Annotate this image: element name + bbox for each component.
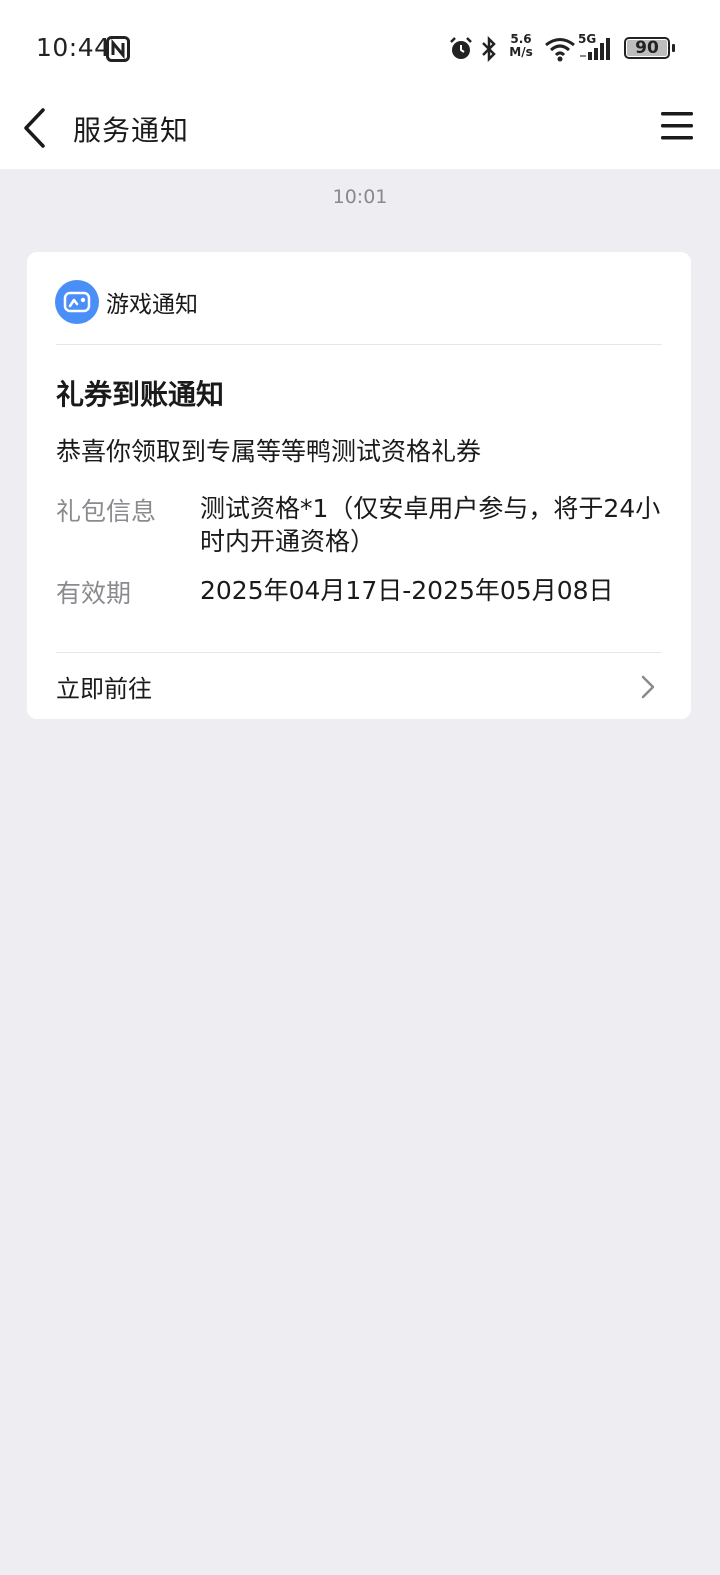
- battery-level: 90: [635, 38, 659, 58]
- status-icons: 5.6 M/s 5G 90: [448, 30, 688, 66]
- chevron-right-icon: [641, 675, 655, 699]
- go-now-label: 立即前往: [56, 675, 152, 703]
- nfc-icon: [106, 36, 130, 62]
- gift-info-value: 测试资格*1（仅安卓用户参与，将于24小时内开通资格）: [200, 494, 661, 556]
- status-time: 10:44: [36, 33, 111, 62]
- alarm-icon: [450, 37, 472, 59]
- battery-tip: [672, 44, 675, 52]
- gift-info-label: 礼包信息: [56, 497, 157, 526]
- card-source: 游戏通知: [106, 292, 198, 318]
- menu-button[interactable]: [660, 108, 694, 144]
- card-divider-top: [56, 344, 662, 345]
- validity-value: 2025年04月17日-2025年05月08日: [200, 576, 614, 605]
- go-now-button[interactable]: 立即前往: [27, 653, 691, 719]
- network-speed: 5.6 M/s: [506, 33, 536, 59]
- card-title: 礼券到账通知: [56, 378, 225, 411]
- status-bar: 10:44 5.6 M/s 5G 90: [0, 0, 720, 90]
- battery-icon: 90: [624, 37, 670, 59]
- menu-icon: [661, 112, 693, 140]
- signal-icon: [580, 38, 610, 60]
- bluetooth-icon: [482, 36, 496, 62]
- card-description: 恭喜你领取到专属等等鸭测试资格礼券: [56, 437, 482, 466]
- page-title: 服务通知: [73, 114, 190, 147]
- speed-unit: M/s: [509, 45, 533, 59]
- wifi-icon: [545, 38, 575, 62]
- back-arrow-icon: [24, 108, 45, 148]
- message-timestamp: 10:01: [332, 186, 388, 208]
- back-button[interactable]: [18, 104, 58, 152]
- game-controller-icon: [55, 280, 99, 324]
- validity-label: 有效期: [56, 579, 132, 608]
- nav-bar: 服务通知: [0, 90, 720, 169]
- notification-card: 游戏通知 礼券到账通知 恭喜你领取到专属等等鸭测试资格礼券 礼包信息 测试资格*…: [27, 252, 691, 719]
